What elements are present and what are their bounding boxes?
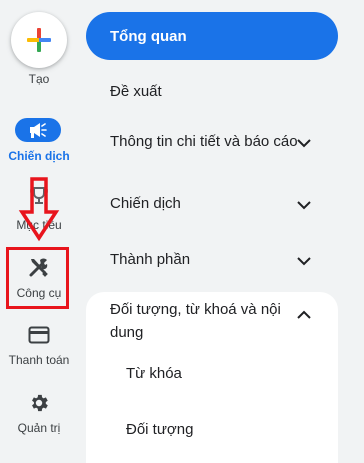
nav-menu-panel: Tổng quan Đề xuất Thông tin chi tiết và … [86,0,364,463]
chevron-down-icon[interactable] [296,256,312,266]
chevron-up-icon[interactable] [296,310,312,320]
red-arrow-annotation [18,177,60,242]
megaphone-icon [30,123,47,138]
red-highlight-box [6,247,69,309]
campaigns-label: Chiến dịch [8,149,70,163]
billing-rail-button[interactable]: Thanh toán [0,322,78,374]
billing-label: Thanh toán [8,353,70,367]
submenu-item-audiences[interactable]: Đối tượng [126,421,193,438]
submenu-item-keywords[interactable]: Từ khóa [126,365,182,382]
admin-rail-button[interactable]: Quản trị [0,390,78,442]
menu-item-overview[interactable]: Tổng quan [86,12,338,60]
create-button[interactable] [11,12,67,68]
audiences-section-title[interactable]: Đối tượng, từ khoá và nội dung [110,298,300,344]
campaigns-menu-label: Chiến dịch [110,195,181,212]
chevron-down-icon[interactable] [296,138,312,148]
insights-reports-label: Thông tin chi tiết và báo cáo [110,133,298,150]
campaigns-rail-button[interactable] [15,118,61,142]
gear-icon [32,394,48,412]
menu-item-insights-reports[interactable]: Thông tin chi tiết và báo cáo [110,131,300,153]
audiences-section: Đối tượng, từ khoá và nội dung Từ khóa Đ… [86,292,338,463]
menu-item-campaigns[interactable]: Chiến dịch [110,193,310,215]
admin-label: Quản trị [17,421,61,435]
create-label: Tạo [28,72,50,86]
chevron-down-icon[interactable] [296,200,312,210]
menu-item-recommendations[interactable]: Đề xuất [110,81,310,103]
overview-label: Tổng quan [110,27,187,45]
assets-label: Thành phần [110,251,191,268]
credit-card-icon [28,326,50,344]
recommendations-label: Đề xuất [110,83,162,100]
menu-item-assets[interactable]: Thành phần [110,249,310,271]
